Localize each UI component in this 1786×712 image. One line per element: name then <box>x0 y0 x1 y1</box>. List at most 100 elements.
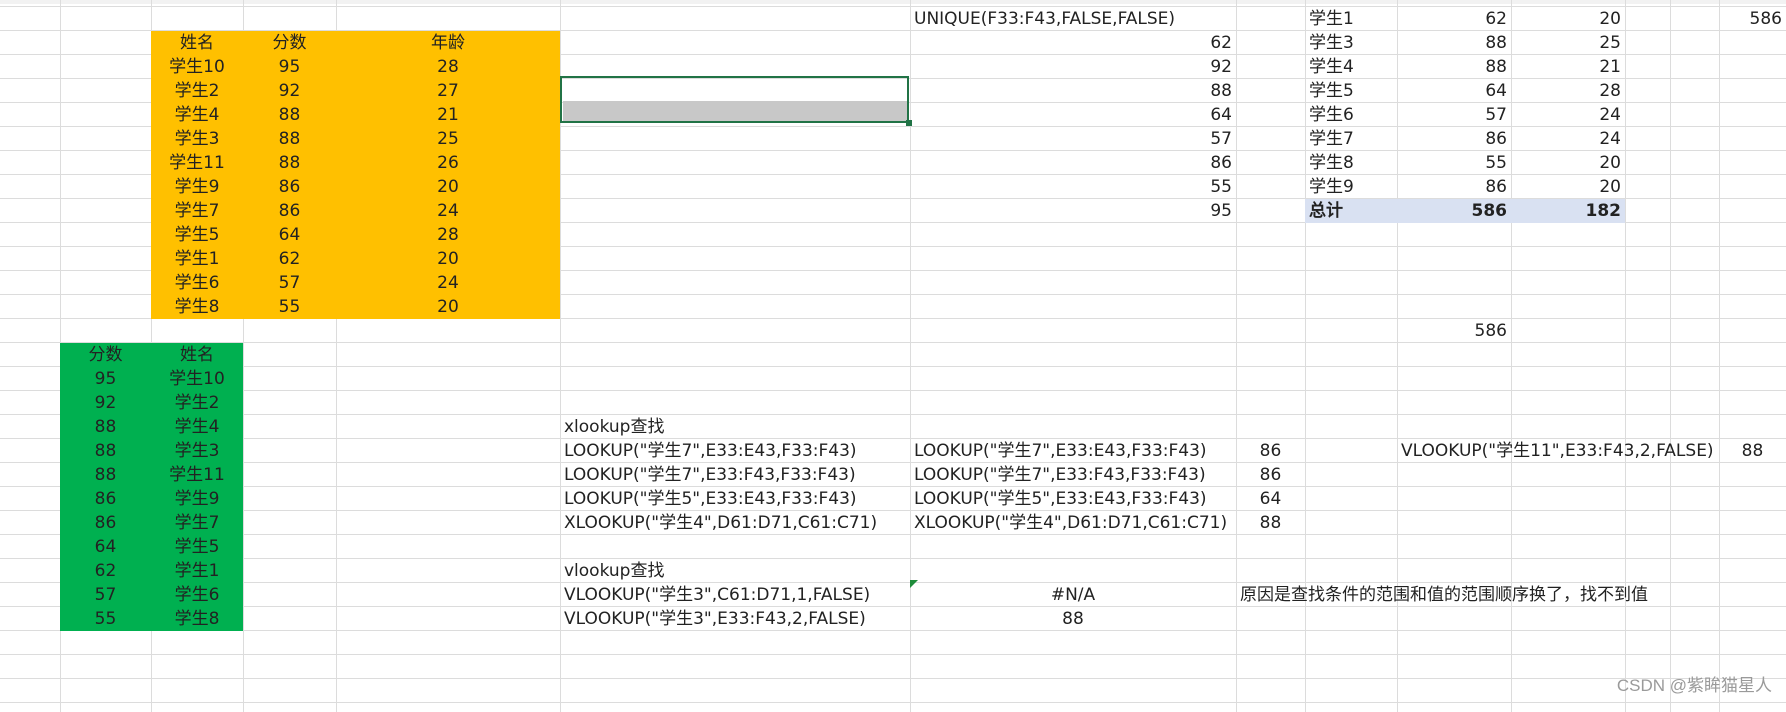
orange-table-cell[interactable]: 学生8 <box>151 295 243 319</box>
green-table-cell[interactable]: 95 <box>60 367 151 391</box>
orange-table-cell[interactable]: 学生7 <box>151 199 243 223</box>
orange-table-cell[interactable]: 学生2 <box>151 79 243 103</box>
orange-table-cell[interactable]: 21 <box>336 103 560 127</box>
lookup-formula2-cell[interactable]: LOOKUP("学生7",E33:E43,F33:F43) <box>910 439 1236 463</box>
pivot-cell[interactable]: 21 <box>1511 55 1625 79</box>
pivot-cell[interactable]: 学生6 <box>1305 103 1397 127</box>
vlookup-formula-cell[interactable]: VLOOKUP("学生3",E33:F43,2,FALSE) <box>560 607 910 631</box>
orange-table-cell[interactable]: 学生5 <box>151 223 243 247</box>
pivot-cell[interactable]: 28 <box>1511 79 1625 103</box>
vlookup-side-formula-cell[interactable]: VLOOKUP("学生11",E33:F43,2,FALSE) <box>1397 439 1719 463</box>
vlookup-formula-cell[interactable]: VLOOKUP("学生3",C61:D71,1,FALSE) <box>560 583 910 607</box>
green-table-cell[interactable]: 88 <box>60 439 151 463</box>
lone-value-cell[interactable]: 586 <box>1397 319 1511 343</box>
orange-table-header[interactable]: 分数 <box>243 31 336 55</box>
orange-table-cell[interactable]: 88 <box>243 103 336 127</box>
lookup-formula-cell[interactable]: LOOKUP("学生5",E33:E43,F33:F43) <box>560 487 910 511</box>
orange-table-cell[interactable]: 55 <box>243 295 336 319</box>
orange-table-cell[interactable]: 学生3 <box>151 127 243 151</box>
active-cell-selection[interactable] <box>560 76 909 123</box>
orange-table-cell[interactable]: 学生6 <box>151 271 243 295</box>
unique-value-cell[interactable]: 92 <box>910 55 1236 79</box>
orange-table-cell[interactable]: 28 <box>336 223 560 247</box>
pivot-cell[interactable]: 学生5 <box>1305 79 1397 103</box>
green-table-cell[interactable]: 57 <box>60 583 151 607</box>
orange-table-cell[interactable]: 学生1 <box>151 247 243 271</box>
green-table-cell[interactable]: 86 <box>60 511 151 535</box>
green-table-cell[interactable]: 学生6 <box>151 583 243 607</box>
green-table-cell[interactable]: 88 <box>60 463 151 487</box>
unique-value-cell[interactable]: 55 <box>910 175 1236 199</box>
green-table-cell[interactable]: 学生7 <box>151 511 243 535</box>
orange-table-cell[interactable]: 95 <box>243 55 336 79</box>
pivot-cell[interactable]: 25 <box>1511 31 1625 55</box>
orange-table-cell[interactable]: 24 <box>336 199 560 223</box>
green-table-cell[interactable]: 62 <box>60 559 151 583</box>
unique-value-cell[interactable]: 64 <box>910 103 1236 127</box>
green-table-cell[interactable]: 学生3 <box>151 439 243 463</box>
green-table-cell[interactable]: 学生8 <box>151 607 243 631</box>
unique-value-cell[interactable]: 86 <box>910 151 1236 175</box>
orange-table-cell[interactable]: 86 <box>243 199 336 223</box>
pivot-cell[interactable]: 20 <box>1511 175 1625 199</box>
lookup-formula-cell[interactable]: LOOKUP("学生7",E33:F43,F33:F43) <box>560 463 910 487</box>
orange-table-cell[interactable]: 20 <box>336 247 560 271</box>
lookup-formula2-cell[interactable]: XLOOKUP("学生4",D61:D71,C61:C71) <box>910 511 1236 535</box>
lookup-formula-cell[interactable]: XLOOKUP("学生4",D61:D71,C61:C71) <box>560 511 910 535</box>
lookup-formula2-cell[interactable]: LOOKUP("学生7",E33:F43,F33:F43) <box>910 463 1236 487</box>
pivot-cell[interactable]: 86 <box>1397 175 1511 199</box>
orange-table-cell[interactable]: 86 <box>243 175 336 199</box>
orange-table-cell[interactable]: 24 <box>336 271 560 295</box>
orange-table-cell[interactable]: 62 <box>243 247 336 271</box>
pivot-cell[interactable]: 20 <box>1511 151 1625 175</box>
orange-table-cell[interactable]: 57 <box>243 271 336 295</box>
vlookup-side-result-cell[interactable]: 88 <box>1719 439 1786 463</box>
orange-table-cell[interactable]: 26 <box>336 151 560 175</box>
orange-table-cell[interactable]: 64 <box>243 223 336 247</box>
orange-table-header[interactable]: 姓名 <box>151 31 243 55</box>
green-table-cell[interactable]: 86 <box>60 487 151 511</box>
orange-table-cell[interactable]: 学生10 <box>151 55 243 79</box>
green-table-cell[interactable]: 学生10 <box>151 367 243 391</box>
pivot-cell[interactable]: 学生3 <box>1305 31 1397 55</box>
green-table-cell[interactable]: 64 <box>60 535 151 559</box>
vlookup-section-title[interactable]: vlookup查找 <box>560 559 910 583</box>
orange-table-cell[interactable]: 学生9 <box>151 175 243 199</box>
vlookup-result-cell[interactable]: 88 <box>910 607 1236 631</box>
unique-formula-text[interactable]: UNIQUE(F33:F43,FALSE,FALSE) <box>910 7 1236 31</box>
xlookup-section-title[interactable]: xlookup查找 <box>560 415 910 439</box>
lookup-result-cell[interactable]: 88 <box>1236 511 1305 535</box>
lookup-result-cell[interactable]: 86 <box>1236 439 1305 463</box>
pivot-cell[interactable]: 88 <box>1397 55 1511 79</box>
orange-table-cell[interactable]: 92 <box>243 79 336 103</box>
green-table-header[interactable]: 姓名 <box>151 343 243 367</box>
vlookup-note-cell[interactable]: 原因是查找条件的范围和值的范围顺序换了，找不到值 <box>1236 583 1736 607</box>
orange-table-cell[interactable]: 28 <box>336 55 560 79</box>
green-table-cell[interactable]: 88 <box>60 415 151 439</box>
pivot-cell[interactable]: 86 <box>1397 127 1511 151</box>
pivot-cell[interactable]: 学生8 <box>1305 151 1397 175</box>
pivot-cell[interactable]: 学生7 <box>1305 127 1397 151</box>
orange-table-cell[interactable]: 88 <box>243 151 336 175</box>
lookup-result-cell[interactable]: 64 <box>1236 487 1305 511</box>
pivot-cell[interactable]: 57 <box>1397 103 1511 127</box>
green-table-header[interactable]: 分数 <box>60 343 151 367</box>
green-table-cell[interactable]: 92 <box>60 391 151 415</box>
green-table-cell[interactable]: 学生11 <box>151 463 243 487</box>
unique-value-cell[interactable]: 57 <box>910 127 1236 151</box>
green-table-cell[interactable]: 学生5 <box>151 535 243 559</box>
pivot-cell[interactable]: 24 <box>1511 127 1625 151</box>
pivot-cell[interactable]: 学生9 <box>1305 175 1397 199</box>
pivot-cell[interactable]: 学生4 <box>1305 55 1397 79</box>
lookup-result-cell[interactable]: 86 <box>1236 463 1305 487</box>
pivot-total-cell[interactable]: 182 <box>1511 199 1625 223</box>
pivot-cell[interactable]: 学生1 <box>1305 7 1397 31</box>
orange-table-cell[interactable]: 27 <box>336 79 560 103</box>
pivot-cell[interactable]: 64 <box>1397 79 1511 103</box>
orange-table-cell[interactable]: 学生4 <box>151 103 243 127</box>
orange-table-cell[interactable]: 学生11 <box>151 151 243 175</box>
unique-value-cell[interactable]: 62 <box>910 31 1236 55</box>
green-table-cell[interactable]: 学生4 <box>151 415 243 439</box>
orange-table-cell[interactable]: 20 <box>336 295 560 319</box>
green-table-cell[interactable]: 55 <box>60 607 151 631</box>
